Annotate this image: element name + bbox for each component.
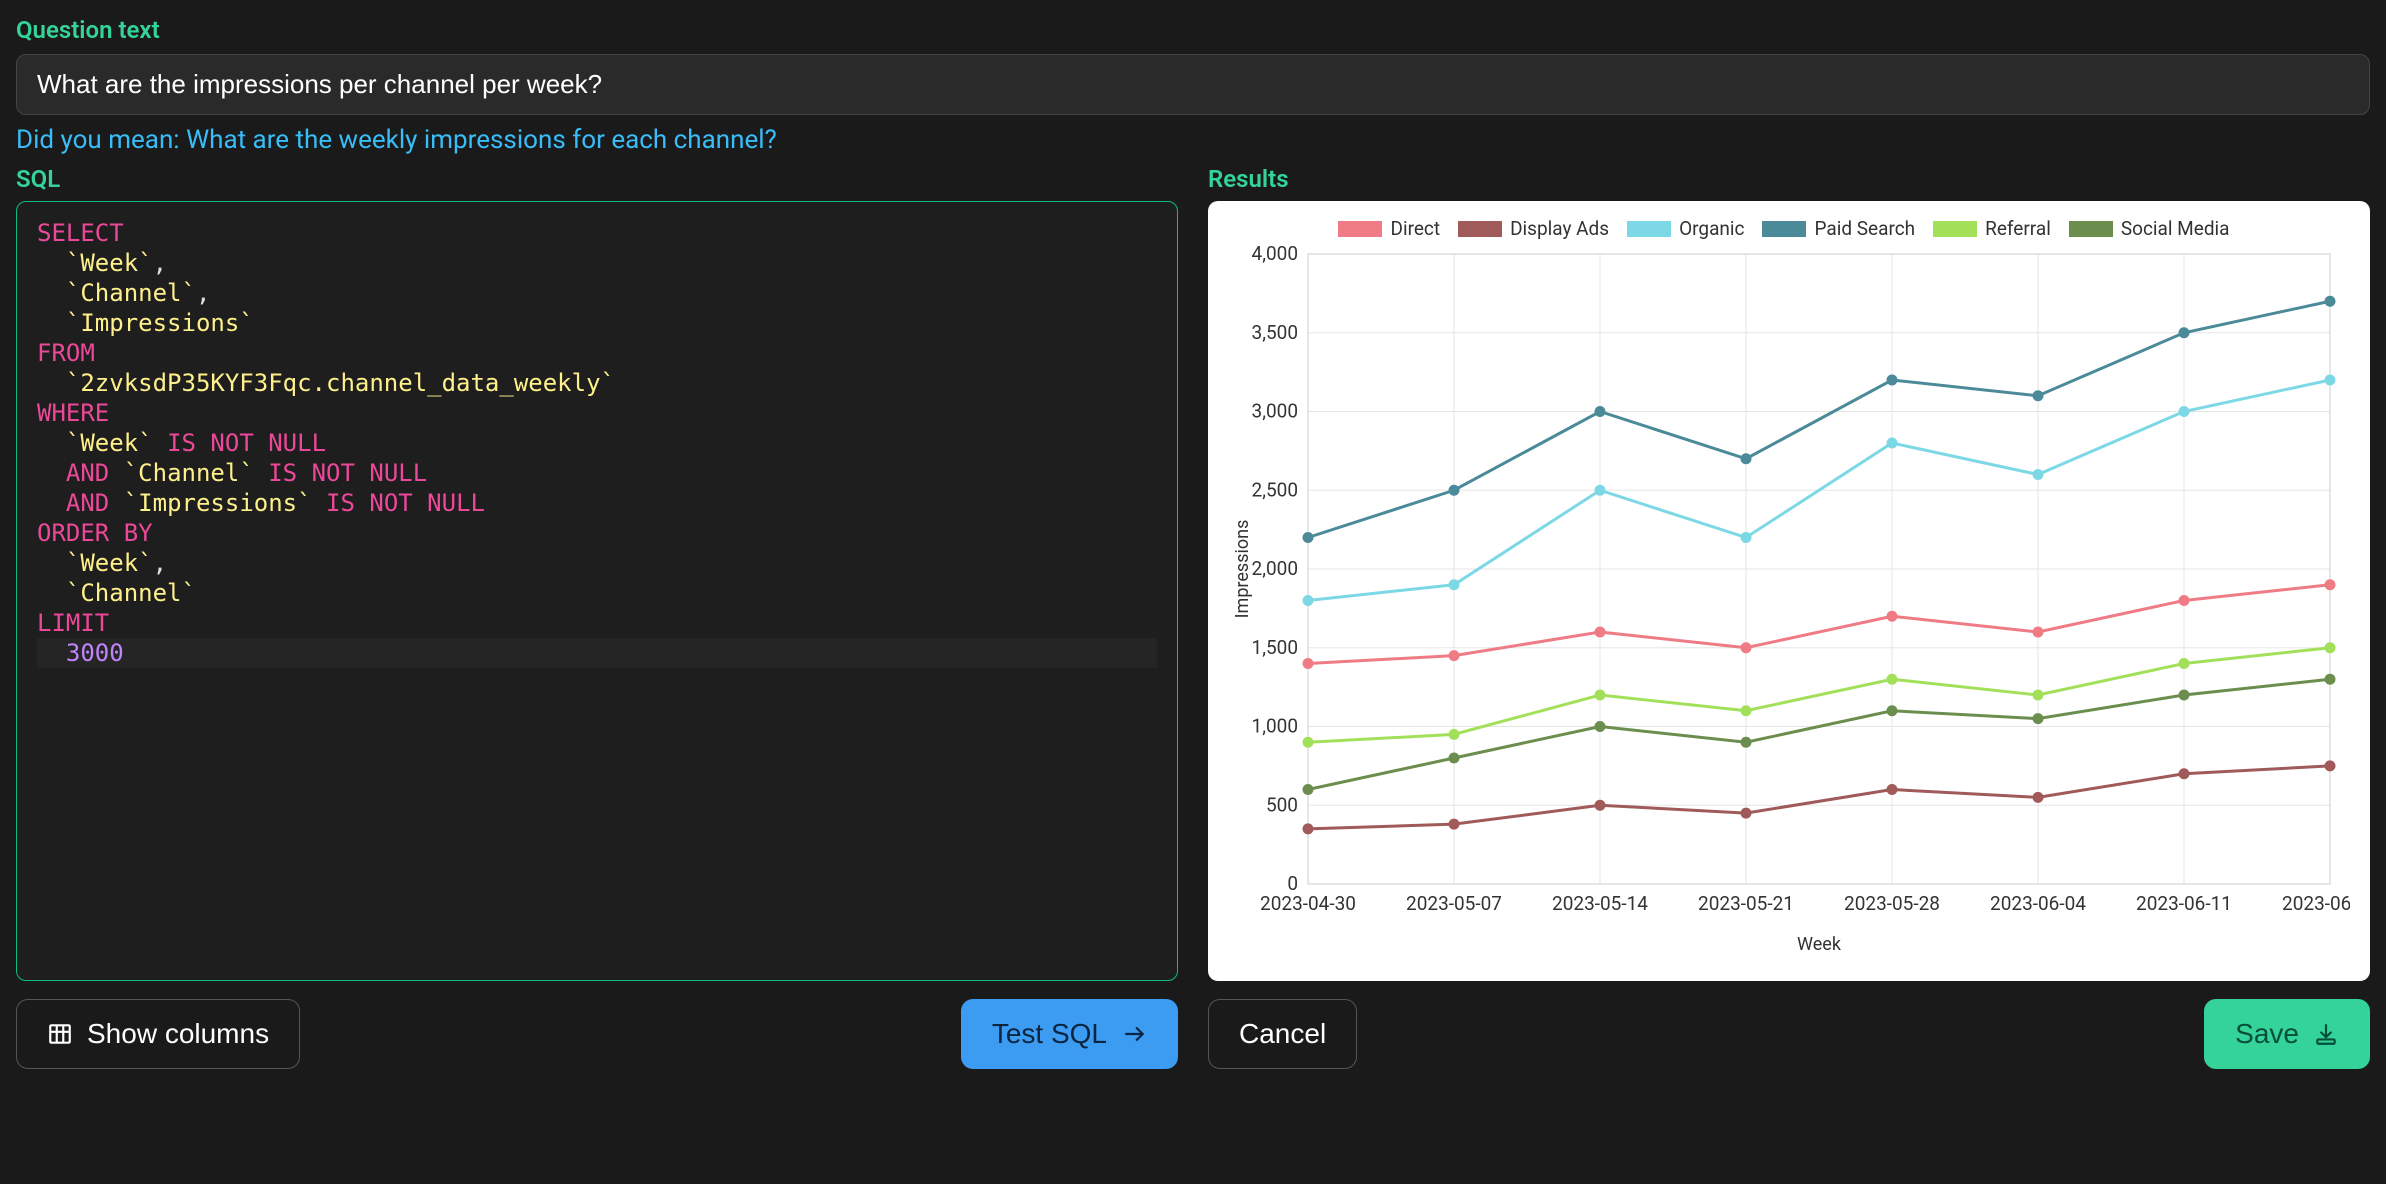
svg-text:2,000: 2,000 [1252, 557, 1298, 580]
legend-label: Direct [1390, 217, 1440, 240]
legend-item[interactable]: Social Media [2069, 217, 2230, 240]
table-icon [47, 1021, 73, 1047]
svg-text:4,000: 4,000 [1252, 244, 1298, 265]
cancel-label: Cancel [1239, 1018, 1326, 1050]
save-label: Save [2235, 1018, 2299, 1050]
save-button[interactable]: Save [2204, 999, 2370, 1069]
arrow-right-icon [1121, 1021, 1147, 1047]
did-you-mean-suggestion[interactable]: What are the weekly impressions for each… [186, 125, 777, 155]
cancel-button[interactable]: Cancel [1208, 999, 1357, 1069]
legend-label: Paid Search [1814, 217, 1915, 240]
sql-editor[interactable]: SELECT `Week`, `Channel`, `Impressions` … [16, 201, 1178, 981]
svg-text:2023-05-07: 2023-05-07 [1406, 892, 1502, 915]
legend-swatch [1933, 221, 1977, 237]
legend-item[interactable]: Organic [1627, 217, 1744, 240]
legend-label: Organic [1679, 217, 1744, 240]
legend-item[interactable]: Direct [1338, 217, 1440, 240]
svg-text:2023-06-11: 2023-06-11 [2136, 892, 2232, 915]
legend-swatch [1762, 221, 1806, 237]
svg-text:3,000: 3,000 [1252, 400, 1298, 423]
legend-label: Social Media [2121, 217, 2230, 240]
did-you-mean-prompt: Did you mean: [16, 125, 186, 155]
legend-swatch [2069, 221, 2113, 237]
legend-swatch [1458, 221, 1502, 237]
legend-item[interactable]: Referral [1933, 217, 2051, 240]
results-chart: Direct Display Ads Organic Paid Search Refer… [1208, 201, 2370, 981]
svg-text:Week: Week [1797, 934, 1842, 955]
question-input[interactable] [16, 54, 2370, 115]
svg-text:500: 500 [1266, 793, 1298, 816]
svg-text:2023-05-21: 2023-05-21 [1698, 892, 1794, 915]
svg-text:2023-06-04: 2023-06-04 [1990, 892, 2086, 915]
svg-text:3,500: 3,500 [1252, 321, 1298, 344]
show-columns-label: Show columns [87, 1018, 269, 1050]
legend-swatch [1338, 221, 1382, 237]
svg-text:1,500: 1,500 [1252, 636, 1298, 659]
download-icon [2313, 1021, 2339, 1047]
test-sql-button[interactable]: Test SQL [961, 999, 1178, 1069]
legend-swatch [1627, 221, 1671, 237]
svg-text:2023-06-18: 2023-06-18 [2282, 892, 2350, 915]
show-columns-button[interactable]: Show columns [16, 999, 300, 1069]
svg-text:2023-05-28: 2023-05-28 [1844, 892, 1940, 915]
test-sql-label: Test SQL [992, 1018, 1107, 1050]
svg-text:2023-05-14: 2023-05-14 [1552, 892, 1648, 915]
legend-label: Display Ads [1510, 217, 1609, 240]
did-you-mean: Did you mean: What are the weekly impres… [16, 125, 2370, 155]
legend-label: Referral [1985, 217, 2051, 240]
question-label: Question text [16, 16, 2370, 44]
legend-item[interactable]: Display Ads [1458, 217, 1609, 240]
chart-svg: 05001,0001,5002,0002,5003,0003,5004,0002… [1218, 244, 2350, 964]
chart-legend: Direct Display Ads Organic Paid Search Refer… [1218, 211, 2350, 244]
svg-text:2023-04-30: 2023-04-30 [1260, 892, 1356, 915]
svg-text:Impressions: Impressions [1232, 520, 1253, 619]
sql-label: SQL [16, 165, 1178, 193]
results-label: Results [1208, 165, 2370, 193]
svg-text:2,500: 2,500 [1252, 478, 1298, 501]
svg-text:1,000: 1,000 [1252, 715, 1298, 738]
legend-item[interactable]: Paid Search [1762, 217, 1915, 240]
